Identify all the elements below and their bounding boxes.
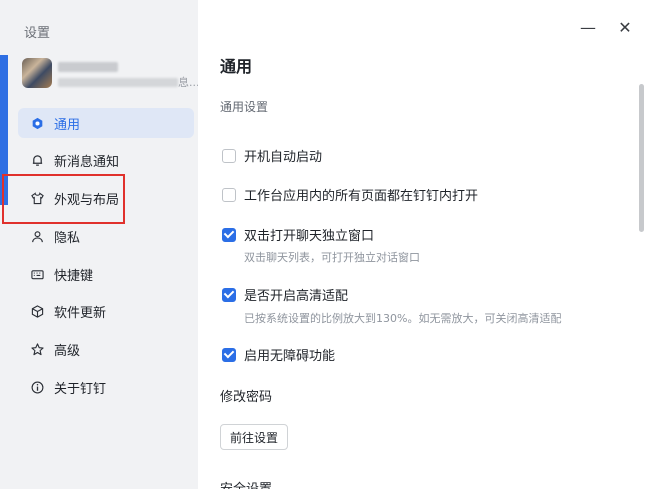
- option-hint: 双击聊天列表，可打开独立对话窗口: [244, 251, 420, 264]
- sidebar-item-label: 高级: [54, 344, 81, 360]
- hexagon-gear-icon: [30, 116, 44, 130]
- option-label: 双击打开聊天独立窗口: [244, 229, 375, 244]
- option-hint: 已按系统设置的比例放大到130%。如无需放大，可关闭高清适配: [244, 312, 562, 325]
- sidebar-item-label: 通用: [54, 117, 81, 133]
- sidebar: 设置 息... 通用 新消息通知 外观与布局 隐私 快捷键 软件更新 高级 关于…: [8, 0, 200, 489]
- sidebar-item-label: 隐私: [54, 230, 81, 246]
- checkbox-unchecked[interactable]: [222, 187, 236, 202]
- section-security-label: 安全设置: [220, 478, 272, 489]
- profile-desc-tail: 息...: [178, 76, 200, 89]
- sidebar-item-advanced[interactable]: 高级: [18, 335, 194, 365]
- option-auto-start[interactable]: 开机自动启动: [222, 146, 322, 165]
- person-icon: [30, 229, 44, 243]
- sidebar-item-label: 快捷键: [54, 268, 94, 284]
- window-controls: — ✕: [580, 20, 632, 36]
- annotation-highlight-box: [2, 174, 125, 224]
- sidebar-item-about[interactable]: 关于钉钉: [18, 373, 194, 403]
- page-title: 通用: [220, 57, 253, 76]
- sidebar-item-general[interactable]: 通用: [18, 108, 194, 138]
- option-label: 是否开启高清适配: [244, 289, 349, 304]
- option-hd-adaptation[interactable]: 是否开启高清适配: [222, 285, 348, 304]
- bell-icon: [30, 154, 44, 168]
- profile-card[interactable]: 息...: [22, 54, 200, 94]
- sidebar-item-label: 新消息通知: [54, 155, 120, 171]
- checkbox-unchecked[interactable]: [222, 148, 236, 163]
- settings-window: 设置 息... 通用 新消息通知 外观与布局 隐私 快捷键 软件更新 高级 关于…: [0, 0, 650, 489]
- checkbox-checked[interactable]: [222, 287, 236, 302]
- checkbox-checked[interactable]: [222, 347, 236, 362]
- sidebar-nav: 通用 新消息通知 外观与布局 隐私 快捷键 软件更新 高级 关于钉钉: [18, 108, 194, 410]
- profile-desc-redacted: [58, 78, 178, 87]
- minimize-button[interactable]: —: [580, 20, 596, 36]
- checkbox-checked[interactable]: [222, 227, 236, 242]
- settings-content: — ✕ 通用 通用设置 开机自动启动 工作台应用内的所有页面都在钉钉内打开 双击…: [198, 0, 650, 489]
- sidebar-item-notifications[interactable]: 新消息通知: [18, 146, 194, 176]
- sidebar-item-label: 关于钉钉: [54, 382, 107, 398]
- option-open-in-dingtalk[interactable]: 工作台应用内的所有页面都在钉钉内打开: [222, 185, 478, 204]
- option-label: 开机自动启动: [244, 150, 323, 165]
- sidebar-item-update[interactable]: 软件更新: [18, 297, 194, 327]
- section-general-label: 通用设置: [220, 100, 269, 114]
- scrollbar-thumb[interactable]: [639, 84, 644, 232]
- goto-settings-button[interactable]: 前往设置: [220, 424, 289, 450]
- option-double-click-window[interactable]: 双击打开聊天独立窗口: [222, 225, 374, 244]
- avatar[interactable]: [22, 58, 52, 88]
- option-label: 工作台应用内的所有页面都在钉钉内打开: [244, 189, 479, 204]
- option-accessibility[interactable]: 启用无障碍功能: [222, 345, 335, 364]
- star-icon: [30, 343, 44, 357]
- sidebar-item-label: 软件更新: [54, 306, 107, 322]
- sidebar-title: 设置: [24, 26, 51, 41]
- sidebar-item-shortcuts[interactable]: 快捷键: [18, 259, 194, 289]
- cube-icon: [30, 305, 44, 319]
- profile-name-redacted: [58, 62, 118, 72]
- info-icon: [30, 381, 44, 395]
- section-password-label: 修改密码: [220, 390, 273, 405]
- sidebar-item-privacy[interactable]: 隐私: [18, 221, 194, 251]
- option-label: 启用无障碍功能: [244, 349, 336, 364]
- close-button[interactable]: ✕: [618, 20, 632, 36]
- keyboard-icon: [30, 267, 44, 281]
